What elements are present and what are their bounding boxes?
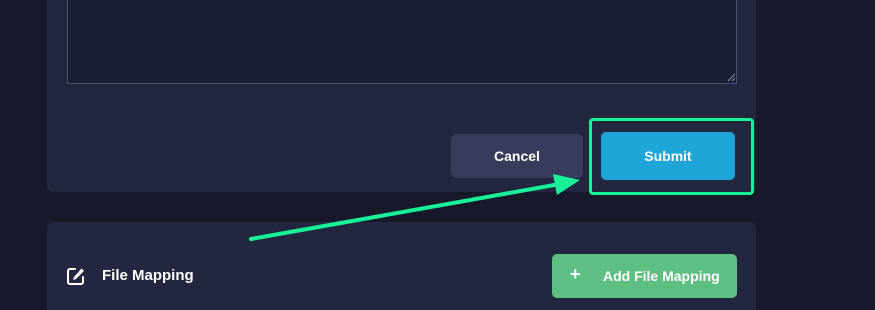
add-file-mapping-button[interactable]: + Add File Mapping xyxy=(552,254,737,298)
edit-icon xyxy=(67,268,84,285)
description-textarea[interactable] xyxy=(67,0,737,84)
submit-button[interactable]: Submit xyxy=(601,132,735,180)
add-file-mapping-label: Add File Mapping xyxy=(603,268,720,284)
page: Cancel Submit File Mapping + Add File Ma… xyxy=(0,0,875,310)
plus-icon: + xyxy=(570,264,581,284)
cancel-button[interactable]: Cancel xyxy=(451,134,583,178)
resize-handle-icon[interactable] xyxy=(726,72,736,82)
file-mapping-title: File Mapping xyxy=(102,267,194,284)
